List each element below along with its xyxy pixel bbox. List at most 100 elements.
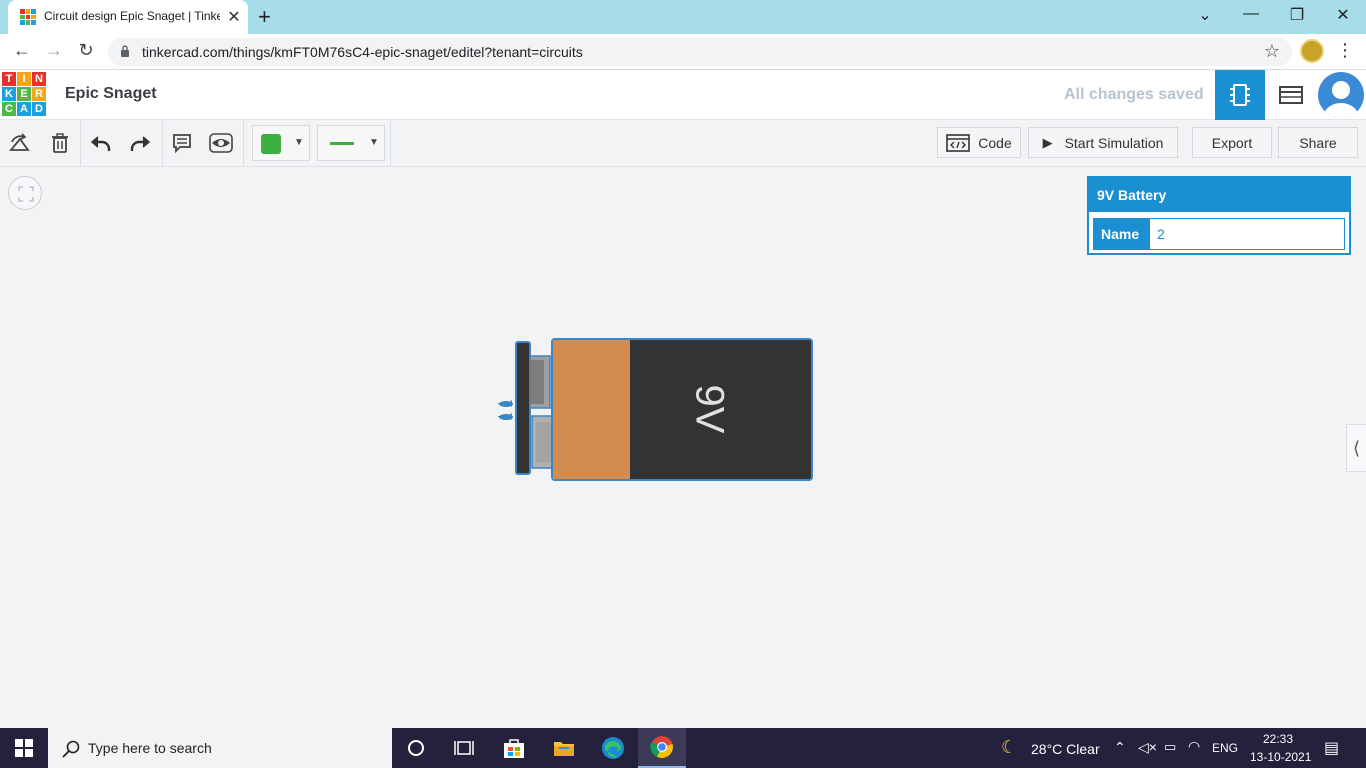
- task-view-button[interactable]: [440, 728, 488, 768]
- circuit-chip-icon: [1230, 84, 1250, 106]
- trash-icon: [52, 133, 68, 153]
- user-avatar[interactable]: [1318, 72, 1364, 118]
- store-icon: [504, 739, 524, 758]
- weather-text[interactable]: 28°C Clear: [1031, 741, 1100, 757]
- editor-toolbar: ▼ ▼ Code ▶ Start Simulation Export Share: [0, 120, 1366, 167]
- rotate-icon: [9, 133, 30, 151]
- battery-component[interactable]: 9V: [494, 338, 816, 484]
- logo-letter: A: [17, 102, 31, 116]
- note-icon: [173, 134, 191, 153]
- logo-letter: D: [32, 102, 46, 116]
- component-list-button[interactable]: [1266, 70, 1316, 120]
- wifi-icon[interactable]: ◠: [1188, 738, 1200, 755]
- project-name[interactable]: Epic Snaget: [65, 85, 157, 103]
- user-icon: [1323, 81, 1359, 118]
- tab-search-icon[interactable]: ⌄: [1193, 5, 1217, 25]
- chrome-icon: [650, 736, 673, 758]
- notification-icon[interactable]: ▤: [1324, 738, 1339, 758]
- logo-letter: K: [2, 87, 16, 101]
- inspector-title: 9V Battery: [1089, 178, 1349, 212]
- toolbar-divider: [243, 120, 244, 167]
- new-tab-icon[interactable]: +: [258, 4, 271, 30]
- wire-type-picker[interactable]: ▼: [317, 125, 385, 161]
- restore-icon[interactable]: ❐: [1285, 5, 1309, 25]
- language-indicator[interactable]: ENG: [1212, 741, 1238, 755]
- edge-icon: [602, 737, 624, 759]
- redo-icon: [130, 136, 151, 151]
- clock-time[interactable]: 22:33: [1263, 732, 1293, 746]
- file-explorer-app[interactable]: [540, 728, 588, 768]
- battery-icon[interactable]: ▭: [1164, 739, 1176, 755]
- export-button[interactable]: Export: [1192, 127, 1272, 158]
- taskbar-search[interactable]: Type here to search: [48, 728, 392, 768]
- chevron-up-icon[interactable]: ⌃: [1114, 739, 1126, 756]
- address-bar-row: ← → ↻ tinkercad.com/things/kmFT0M76sC4-e…: [0, 34, 1366, 70]
- start-simulation-button[interactable]: ▶ Start Simulation: [1028, 127, 1178, 158]
- visibility-button[interactable]: [208, 130, 234, 156]
- circuit-view-button[interactable]: [1215, 70, 1265, 120]
- minimize-icon[interactable]: —: [1239, 5, 1263, 23]
- reload-icon[interactable]: ↻: [74, 40, 98, 61]
- circuit-canvas[interactable]: 9V 9V Battery Name ⟨: [0, 168, 1366, 728]
- browser-menu-icon[interactable]: ⋮: [1336, 40, 1354, 61]
- start-button[interactable]: [0, 728, 48, 768]
- battery-label: 9V: [687, 385, 731, 434]
- logo-letter: R: [32, 87, 46, 101]
- undo-button[interactable]: [88, 130, 114, 156]
- chevron-left-icon: ⟨: [1352, 437, 1361, 458]
- battery-terminal-negative[interactable]: [498, 413, 513, 420]
- forward-icon[interactable]: →: [42, 40, 66, 61]
- collapse-panel-button[interactable]: ⟨: [1346, 424, 1366, 472]
- folder-icon: [554, 742, 574, 756]
- weather-moon-icon: ☾: [1001, 737, 1018, 757]
- tinkercad-logo[interactable]: T I N K E R C A D: [2, 72, 46, 116]
- store-app[interactable]: [490, 728, 538, 768]
- zoom-to-fit-button[interactable]: [8, 176, 42, 210]
- volume-muted-icon[interactable]: ◁×: [1138, 739, 1157, 756]
- code-button[interactable]: Code: [937, 127, 1021, 158]
- close-window-icon[interactable]: ✕: [1331, 5, 1355, 25]
- component-inspector: 9V Battery Name: [1087, 176, 1351, 255]
- save-status: All changes saved: [1064, 86, 1204, 103]
- name-field[interactable]: [1149, 218, 1345, 250]
- delete-button[interactable]: [47, 130, 73, 156]
- logo-letter: T: [2, 72, 16, 86]
- code-label: Code: [978, 134, 1012, 151]
- toolbar-divider: [162, 120, 163, 167]
- url-text: tinkercad.com/things/kmFT0M76sC4-epic-sn…: [142, 44, 583, 60]
- chevron-down-icon: ▼: [369, 137, 379, 148]
- name-label: Name: [1093, 218, 1149, 250]
- rotate-button[interactable]: [7, 130, 33, 156]
- logo-letter: E: [17, 87, 31, 101]
- logo-letter: N: [32, 72, 46, 86]
- logo-letter: I: [17, 72, 31, 86]
- browser-tab-bar: Circuit design Epic Snaget | Tinkercad ✕…: [0, 0, 1366, 34]
- toolbar-divider: [80, 120, 81, 167]
- battery-terminal-positive[interactable]: [498, 400, 513, 407]
- share-button[interactable]: Share: [1278, 127, 1358, 158]
- extension-icon[interactable]: [1300, 39, 1324, 63]
- color-picker[interactable]: ▼: [252, 125, 310, 161]
- chrome-app[interactable]: [638, 728, 686, 768]
- windows-logo-icon: [15, 739, 33, 757]
- edge-app[interactable]: [589, 728, 637, 768]
- bookmark-star-icon[interactable]: ☆: [1264, 41, 1280, 62]
- back-icon[interactable]: ←: [10, 40, 34, 61]
- redo-button[interactable]: [127, 130, 153, 156]
- start-simulation-label: Start Simulation: [1064, 134, 1164, 151]
- app-header: T I N K E R C A D Epic Snaget All change…: [0, 70, 1366, 120]
- play-icon: ▶: [1042, 134, 1053, 150]
- eye-icon: [209, 133, 233, 153]
- table-icon: [1279, 86, 1303, 104]
- windows-taskbar: Type here to search ☾ 28°C Clear ⌃ ◁× ▭ …: [0, 728, 1366, 768]
- browser-tab[interactable]: Circuit design Epic Snaget | Tinkercad ✕: [8, 0, 248, 34]
- clock-date[interactable]: 13-10-2021: [1250, 750, 1311, 764]
- close-tab-icon[interactable]: ✕: [225, 7, 243, 27]
- cortana-button[interactable]: [392, 728, 440, 768]
- notes-button[interactable]: [169, 130, 195, 156]
- url-bar[interactable]: tinkercad.com/things/kmFT0M76sC4-epic-sn…: [108, 38, 1292, 66]
- wire-style-icon: [330, 142, 354, 145]
- toolbar-divider: [390, 120, 391, 167]
- task-view-icon: [454, 741, 474, 755]
- lock-icon: [121, 45, 129, 57]
